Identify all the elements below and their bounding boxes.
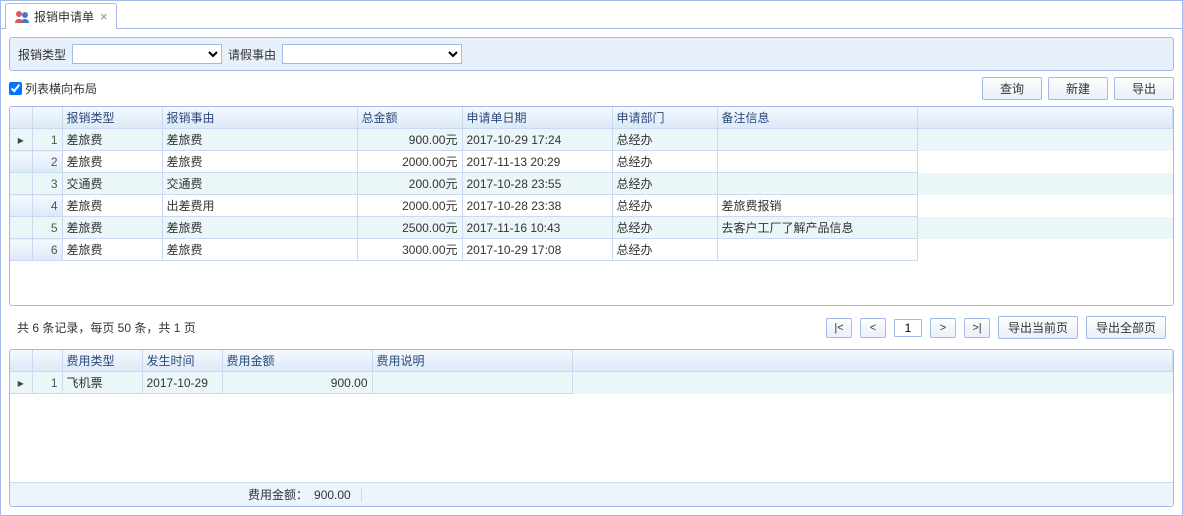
main-grid[interactable]: 报销类型报销事由总金额申请单日期申请部门备注信息 ▸1差旅费差旅费900.00元… bbox=[10, 107, 1173, 261]
table-row[interactable]: 2差旅费差旅费2000.00元2017-11-13 20:29总经办 bbox=[10, 151, 1173, 173]
pager-summary: 共 6 条记录，每页 50 条，共 1 页 bbox=[17, 319, 818, 336]
layout-checkbox-label: 列表横向布局 bbox=[25, 80, 97, 97]
filter-type-select[interactable] bbox=[72, 44, 222, 64]
table-row[interactable]: 4差旅费出差费用2000.00元2017-10-28 23:38总经办差旅费报销 bbox=[10, 195, 1173, 217]
table-row[interactable]: 3交通费交通费200.00元2017-10-28 23:55总经办 bbox=[10, 173, 1173, 195]
filter-type-label: 报销类型 bbox=[18, 46, 66, 63]
pager-last[interactable]: >| bbox=[964, 318, 990, 338]
table-row[interactable]: 6差旅费差旅费3000.00元2017-10-29 17:08总经办 bbox=[10, 239, 1173, 261]
tab-bar: 报销申请单 × bbox=[1, 1, 1182, 29]
detail-grid[interactable]: 费用类型发生时间费用金额费用说明 ▸1飞机票2017-10-29900.00 bbox=[10, 350, 1173, 394]
export-button[interactable]: 导出 bbox=[1114, 77, 1174, 100]
footer-label: 费用金额： bbox=[248, 486, 308, 503]
detail-grid-wrap: 费用类型发生时间费用金额费用说明 ▸1飞机票2017-10-29900.00 费… bbox=[9, 349, 1174, 507]
column-header[interactable]: 申请单日期 bbox=[462, 107, 612, 129]
pager-page-input[interactable] bbox=[894, 319, 922, 337]
pager-prev[interactable]: < bbox=[860, 318, 886, 338]
tab-title: 报销申请单 bbox=[34, 8, 94, 25]
toolbar: 列表横向布局 查询 新建 导出 bbox=[9, 77, 1174, 100]
column-header[interactable]: 报销类型 bbox=[62, 107, 162, 129]
footer-value: 900.00 bbox=[314, 488, 362, 502]
column-header[interactable]: 发生时间 bbox=[142, 350, 222, 372]
filter-reason-select[interactable] bbox=[282, 44, 462, 64]
layout-checkbox[interactable] bbox=[9, 82, 22, 95]
column-header[interactable]: 备注信息 bbox=[717, 107, 917, 129]
column-header[interactable]: 费用说明 bbox=[372, 350, 572, 372]
export-all-button[interactable]: 导出全部页 bbox=[1086, 316, 1166, 339]
people-icon bbox=[14, 9, 30, 25]
column-header[interactable]: 费用金额 bbox=[222, 350, 372, 372]
layout-checkbox-wrap[interactable]: 列表横向布局 bbox=[9, 80, 97, 97]
column-header[interactable]: 申请部门 bbox=[612, 107, 717, 129]
pager: 共 6 条记录，每页 50 条，共 1 页 |< < > >| 导出当前页 导出… bbox=[9, 312, 1174, 343]
table-row[interactable]: 5差旅费差旅费2500.00元2017-11-16 10:43总经办去客户工厂了… bbox=[10, 217, 1173, 239]
app-window: 报销申请单 × 报销类型 请假事由 列表横向布局 查询 新建 导出 bbox=[0, 0, 1183, 516]
filter-reason-label: 请假事由 bbox=[228, 46, 276, 63]
table-row[interactable]: ▸1差旅费差旅费900.00元2017-10-29 17:24总经办 bbox=[10, 129, 1173, 151]
column-header[interactable]: 总金额 bbox=[357, 107, 462, 129]
footer-summary: 费用金额： 900.00 bbox=[10, 482, 1173, 506]
column-header[interactable]: 费用类型 bbox=[62, 350, 142, 372]
query-button[interactable]: 查询 bbox=[982, 77, 1042, 100]
pager-first[interactable]: |< bbox=[826, 318, 852, 338]
filter-panel: 报销类型 请假事由 bbox=[9, 37, 1174, 71]
create-button[interactable]: 新建 bbox=[1048, 77, 1108, 100]
column-header[interactable]: 报销事由 bbox=[162, 107, 357, 129]
tab-expense-form[interactable]: 报销申请单 × bbox=[5, 3, 117, 29]
main-grid-wrap: 报销类型报销事由总金额申请单日期申请部门备注信息 ▸1差旅费差旅费900.00元… bbox=[9, 106, 1174, 306]
pager-next[interactable]: > bbox=[930, 318, 956, 338]
content-area: 报销类型 请假事由 列表横向布局 查询 新建 导出 bbox=[1, 29, 1182, 515]
export-current-button[interactable]: 导出当前页 bbox=[998, 316, 1078, 339]
close-icon[interactable]: × bbox=[100, 9, 108, 24]
table-row[interactable]: ▸1飞机票2017-10-29900.00 bbox=[10, 372, 1173, 394]
